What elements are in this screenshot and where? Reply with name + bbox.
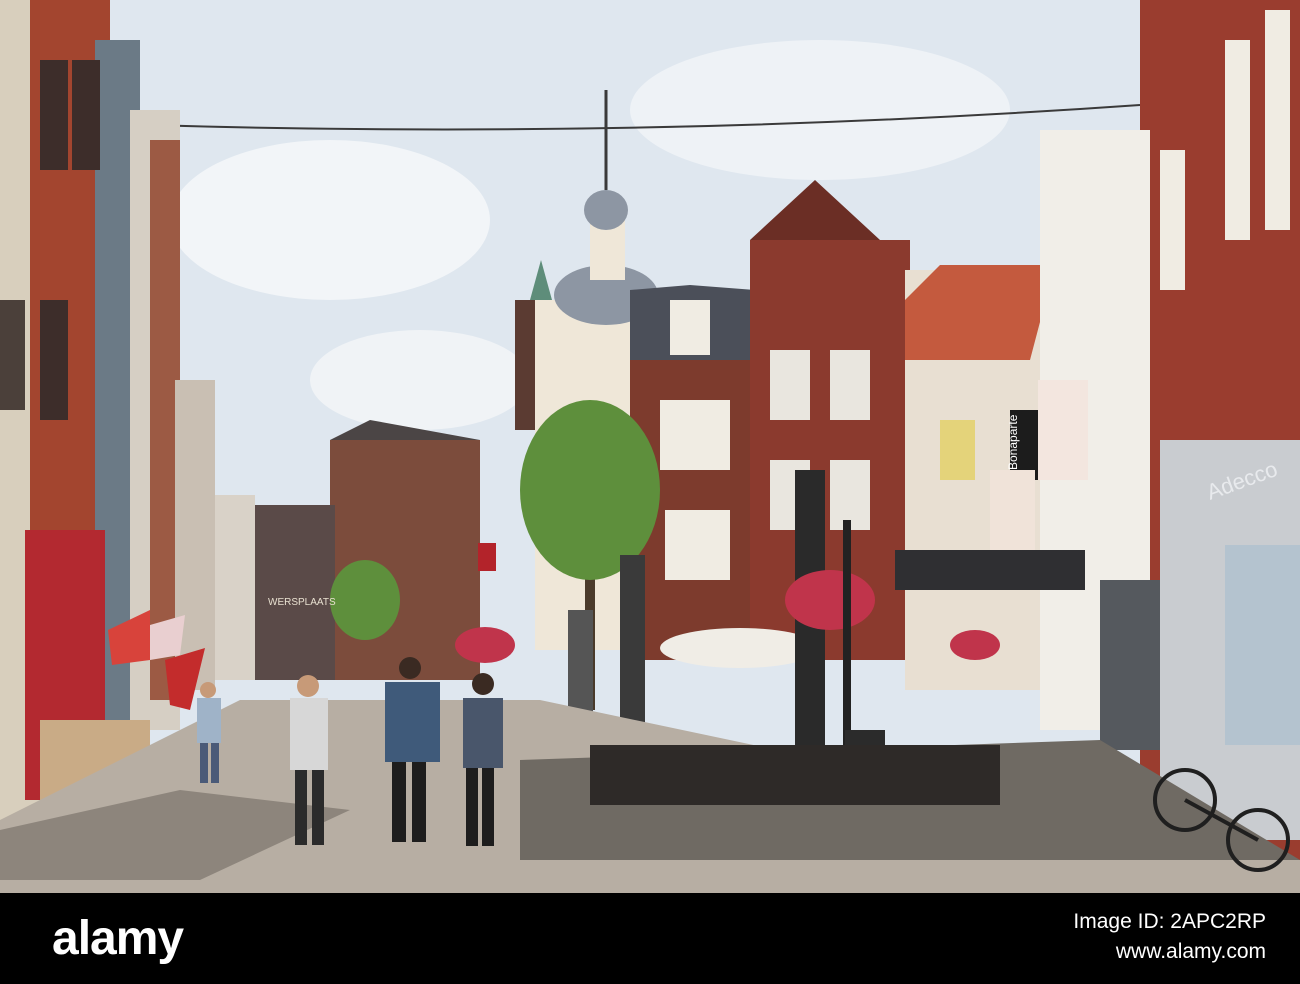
image-id-block: Image ID: 2APC2RP www.alamy.com — [1073, 904, 1266, 964]
flag-colorful — [990, 470, 1035, 550]
image-id: Image ID: 2APC2RP — [1073, 910, 1266, 933]
cloud — [630, 40, 1010, 180]
tiled-roof — [905, 265, 1055, 360]
closed-parasol — [620, 555, 645, 745]
distant-building — [250, 505, 335, 680]
square-sign: WERSPLAATS — [268, 597, 336, 608]
bonaparte-sign: Bonaparte — [1006, 414, 1020, 470]
site-url: www.alamy.com — [1115, 940, 1266, 963]
flower-basket — [950, 630, 1000, 660]
black-awning — [895, 550, 1085, 590]
flower-basket — [785, 570, 875, 630]
street-scene-illustration: Bonaparte Adecco WERSPLAATS — [0, 0, 1300, 893]
flag-red — [478, 543, 496, 571]
flower-basket — [455, 627, 515, 663]
tree-canopy — [520, 400, 660, 580]
terrace-chairs — [590, 745, 1000, 805]
cloud — [310, 330, 530, 430]
street-photo: Bonaparte Adecco WERSPLAATS — [0, 0, 1300, 893]
distant-building — [210, 495, 255, 680]
flag-colorful — [1038, 380, 1088, 480]
alamy-logo: alamy — [52, 912, 184, 965]
cloud — [170, 140, 490, 300]
distant-tree — [330, 560, 400, 640]
